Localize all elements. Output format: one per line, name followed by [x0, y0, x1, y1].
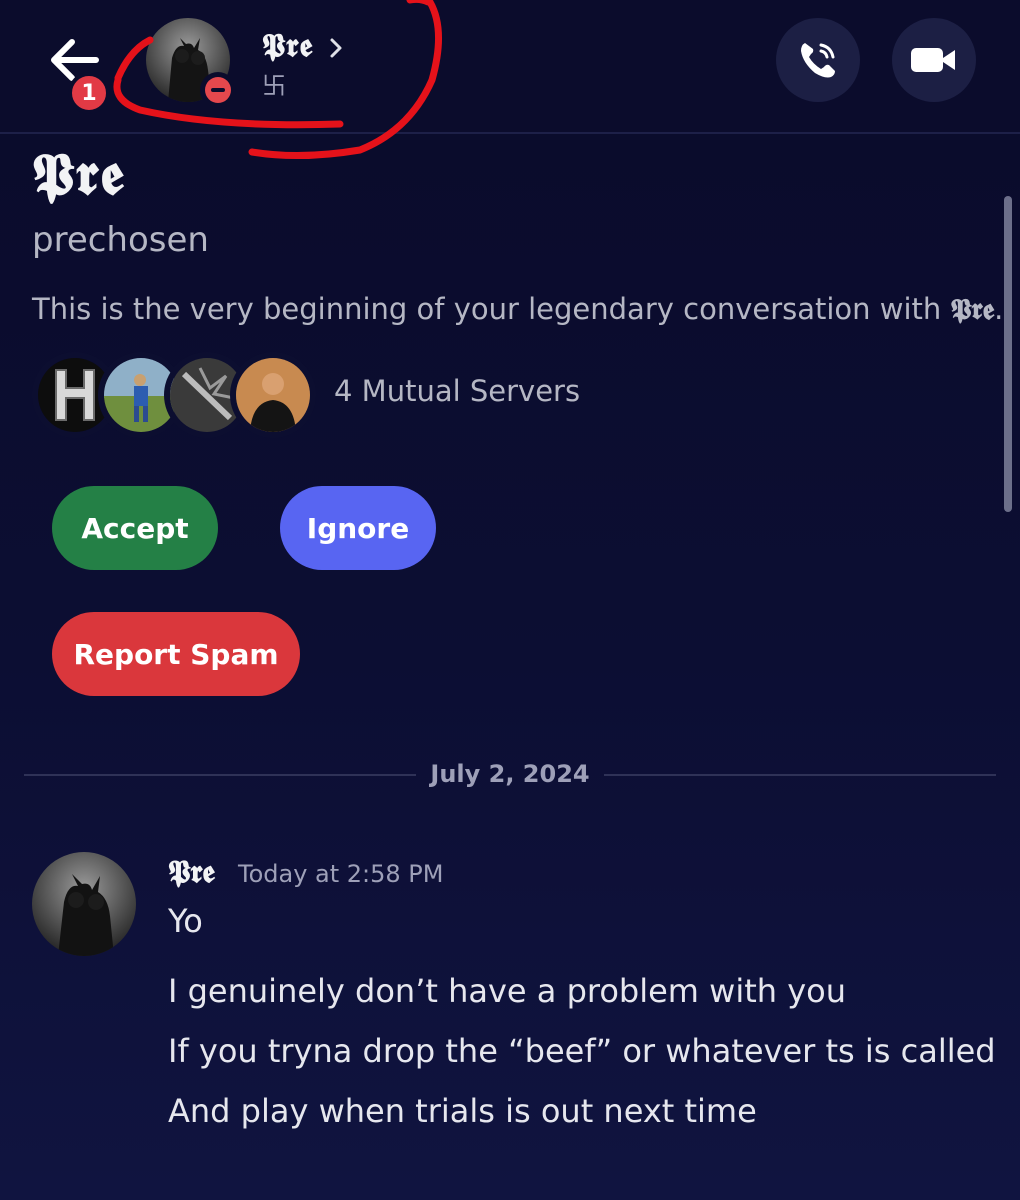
- avatar-image: [32, 852, 136, 956]
- server-icon: [230, 352, 316, 438]
- accept-button[interactable]: Accept: [52, 486, 218, 570]
- annotation-circle: [113, 0, 442, 160]
- message-avatar[interactable]: [32, 852, 136, 956]
- intro-text-period: .: [994, 292, 1004, 326]
- date-divider-label: July 2, 2024: [430, 760, 590, 788]
- profile-username: prechosen: [32, 220, 209, 260]
- intro-text-body: This is the very beginning of your legen…: [32, 292, 942, 326]
- message-line: I genuinely don’t have a problem with yo…: [168, 972, 846, 1010]
- divider-line-left: [24, 774, 416, 776]
- intro-text: This is the very beginning of your legen…: [32, 292, 1003, 327]
- message-author[interactable]: 𝕻𝖗𝖊: [168, 854, 215, 891]
- message-timestamp: Today at 2:58 PM: [238, 860, 444, 888]
- profile-display-name: 𝕻𝖗𝖊: [32, 140, 126, 208]
- message-line: And play when trials is out next time: [168, 1092, 757, 1130]
- mutual-servers-label[interactable]: 4 Mutual Servers: [334, 374, 580, 408]
- message-line: Yo: [168, 902, 203, 940]
- intro-text-name: 𝕻𝖗𝖊: [950, 292, 995, 326]
- mutual-servers-stack[interactable]: [32, 352, 322, 438]
- message-line: If you tryna drop the “beef” or whatever…: [168, 1032, 996, 1070]
- report-spam-button[interactable]: Report Spam: [52, 612, 300, 696]
- divider-line-right: [604, 774, 996, 776]
- scrollbar[interactable]: [1004, 196, 1012, 512]
- ignore-button[interactable]: Ignore: [280, 486, 436, 570]
